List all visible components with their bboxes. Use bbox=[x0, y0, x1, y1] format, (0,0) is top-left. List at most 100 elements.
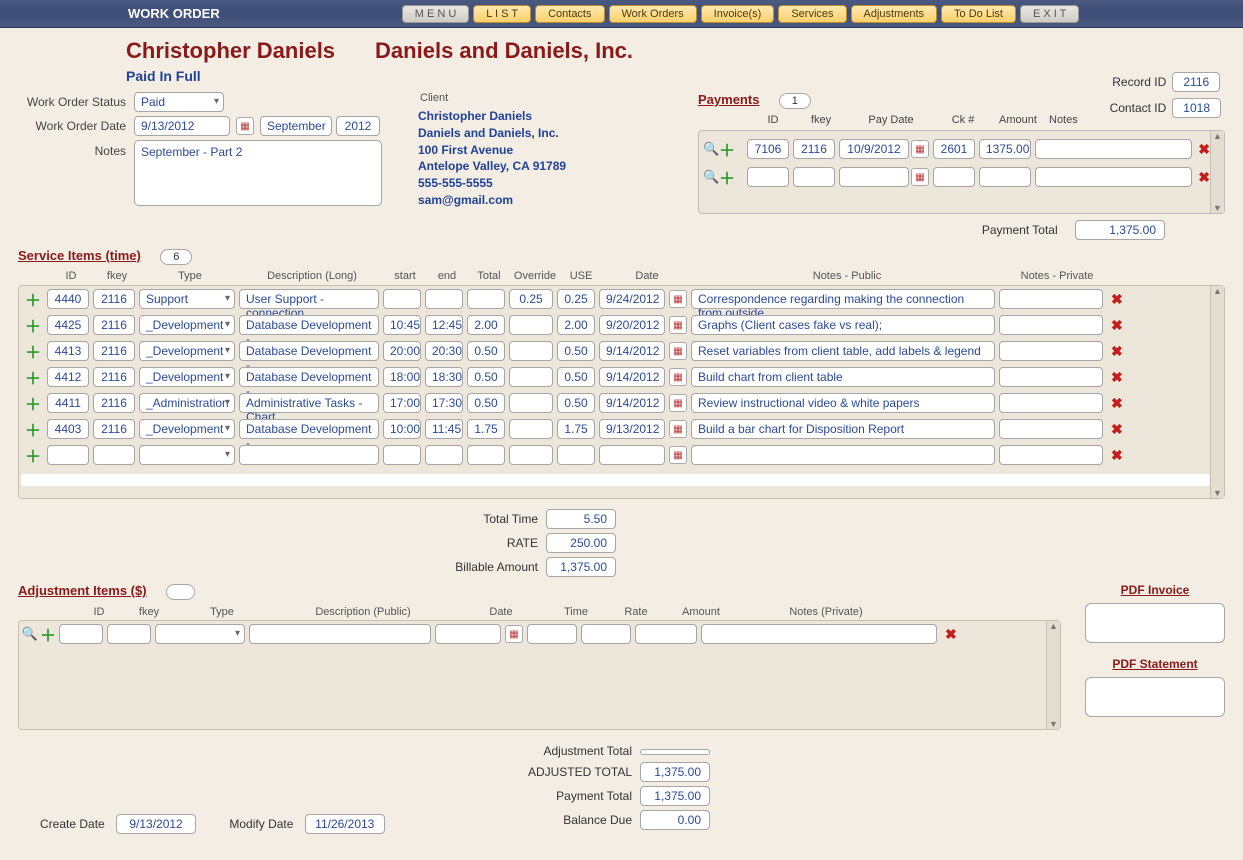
add-payment-icon[interactable]: ＋ bbox=[719, 137, 735, 161]
pay-notes[interactable] bbox=[1035, 139, 1192, 159]
delete-service-icon[interactable]: ✖ bbox=[1111, 343, 1123, 360]
calendar-icon[interactable]: ▦ bbox=[669, 446, 687, 464]
add-service-icon[interactable]: ＋ bbox=[21, 287, 45, 311]
delete-service-icon[interactable]: ✖ bbox=[1111, 291, 1123, 308]
svc-notes-public[interactable]: Reset variables from client table, add l… bbox=[691, 341, 995, 361]
svc-end[interactable]: 17:30 bbox=[425, 393, 463, 413]
pdf-invoice-link[interactable]: PDF Invoice bbox=[1085, 583, 1225, 597]
svc-desc[interactable]: Database Development - bbox=[239, 315, 379, 335]
svc-fkey[interactable]: 2116 bbox=[93, 419, 135, 439]
list-button[interactable]: L I S T bbox=[473, 5, 531, 23]
adj-date[interactable] bbox=[435, 624, 501, 644]
add-service-icon[interactable]: ＋ bbox=[21, 443, 45, 467]
svc-use[interactable]: 0.50 bbox=[557, 367, 595, 387]
svc-type-select[interactable] bbox=[139, 445, 235, 465]
invoices-button[interactable]: Invoice(s) bbox=[701, 5, 775, 23]
calendar-icon[interactable]: ▦ bbox=[911, 140, 929, 158]
svc-date[interactable]: 9/14/2012 bbox=[599, 341, 665, 361]
delete-payment-icon[interactable]: ✖ bbox=[1198, 169, 1210, 186]
wo-date-field[interactable]: 9/13/2012 bbox=[134, 116, 230, 136]
svc-id[interactable]: 4440 bbox=[47, 289, 89, 309]
svc-id[interactable]: 4411 bbox=[47, 393, 89, 413]
pay-amount[interactable] bbox=[979, 167, 1031, 187]
svc-type-select[interactable]: _Development bbox=[139, 341, 235, 361]
delete-payment-icon[interactable]: ✖ bbox=[1198, 141, 1210, 158]
svc-desc[interactable]: User Support - connection bbox=[239, 289, 379, 309]
adj-amount[interactable] bbox=[635, 624, 697, 644]
adj-desc[interactable] bbox=[249, 624, 431, 644]
pay-ck[interactable]: 2601 bbox=[933, 139, 975, 159]
svc-fkey[interactable]: 2116 bbox=[93, 367, 135, 387]
add-service-icon[interactable]: ＋ bbox=[21, 365, 45, 389]
adj-rate[interactable] bbox=[581, 624, 631, 644]
service-items-heading[interactable]: Service Items (time) bbox=[18, 248, 141, 263]
svc-total[interactable] bbox=[467, 289, 505, 309]
add-service-icon[interactable]: ＋ bbox=[21, 417, 45, 441]
svc-use[interactable]: 0.50 bbox=[557, 341, 595, 361]
svc-notes-private[interactable] bbox=[999, 393, 1103, 413]
pay-date[interactable]: 10/9/2012 bbox=[839, 139, 909, 159]
exit-button[interactable]: E X I T bbox=[1020, 5, 1079, 23]
delete-service-icon[interactable]: ✖ bbox=[1111, 421, 1123, 438]
svc-notes-private[interactable] bbox=[999, 289, 1103, 309]
pay-fkey[interactable]: 2116 bbox=[793, 139, 835, 159]
svc-end[interactable] bbox=[425, 445, 463, 465]
svc-use[interactable]: 1.75 bbox=[557, 419, 595, 439]
svc-type-select[interactable]: _Development bbox=[139, 315, 235, 335]
svc-override[interactable]: 0.25 bbox=[509, 289, 553, 309]
svc-date[interactable]: 9/20/2012 bbox=[599, 315, 665, 335]
pay-id[interactable]: 7106 bbox=[747, 139, 789, 159]
add-service-icon[interactable]: ＋ bbox=[21, 313, 45, 337]
svc-type-select[interactable]: _Administration bbox=[139, 393, 235, 413]
add-service-icon[interactable]: ＋ bbox=[21, 339, 45, 363]
svc-notes-public[interactable]: Correspondence regarding making the conn… bbox=[691, 289, 995, 309]
svc-fkey[interactable]: 2116 bbox=[93, 315, 135, 335]
svc-use[interactable] bbox=[557, 445, 595, 465]
service-scrollbar[interactable]: ▲▼ bbox=[1210, 286, 1224, 498]
svc-notes-public[interactable]: Build a bar chart for Disposition Report bbox=[691, 419, 995, 439]
adj-id[interactable] bbox=[59, 624, 103, 644]
delete-service-icon[interactable]: ✖ bbox=[1111, 447, 1123, 464]
svc-end[interactable] bbox=[425, 289, 463, 309]
svc-total[interactable]: 0.50 bbox=[467, 393, 505, 413]
svc-override[interactable] bbox=[509, 393, 553, 413]
magnify-icon[interactable]: 🔍 bbox=[703, 169, 719, 185]
magnify-icon[interactable]: 🔍 bbox=[21, 626, 39, 642]
svc-fkey[interactable]: 2116 bbox=[93, 289, 135, 309]
svc-total[interactable]: 2.00 bbox=[467, 315, 505, 335]
pdf-statement-box[interactable] bbox=[1085, 677, 1225, 717]
svc-start[interactable]: 20:00 bbox=[383, 341, 421, 361]
svc-end[interactable]: 20:30 bbox=[425, 341, 463, 361]
svc-total[interactable]: 0.50 bbox=[467, 341, 505, 361]
add-adjustment-icon[interactable]: ＋ bbox=[39, 622, 57, 646]
svc-date[interactable] bbox=[599, 445, 665, 465]
pay-date[interactable] bbox=[839, 167, 909, 187]
wo-status-select[interactable]: Paid bbox=[134, 92, 224, 112]
delete-service-icon[interactable]: ✖ bbox=[1111, 317, 1123, 334]
svc-use[interactable]: 0.25 bbox=[557, 289, 595, 309]
delete-adjustment-icon[interactable]: ✖ bbox=[945, 626, 957, 643]
svc-override[interactable] bbox=[509, 367, 553, 387]
svc-fkey[interactable]: 2116 bbox=[93, 341, 135, 361]
calendar-icon[interactable]: ▦ bbox=[669, 290, 687, 308]
adjustments-heading[interactable]: Adjustment Items ($) bbox=[18, 583, 147, 598]
svc-notes-public[interactable]: Review instructional video & white paper… bbox=[691, 393, 995, 413]
svc-start[interactable]: 10:00 bbox=[383, 419, 421, 439]
svc-end[interactable]: 11:45 bbox=[425, 419, 463, 439]
adj-type-select[interactable] bbox=[155, 624, 245, 644]
magnify-icon[interactable]: 🔍 bbox=[703, 141, 719, 157]
svc-override[interactable] bbox=[509, 419, 553, 439]
svc-notes-private[interactable] bbox=[999, 445, 1103, 465]
pay-fkey[interactable] bbox=[793, 167, 835, 187]
contacts-button[interactable]: Contacts bbox=[535, 5, 604, 23]
svc-total[interactable]: 1.75 bbox=[467, 419, 505, 439]
delete-service-icon[interactable]: ✖ bbox=[1111, 369, 1123, 386]
adj-time[interactable] bbox=[527, 624, 577, 644]
calendar-icon[interactable]: ▦ bbox=[669, 342, 687, 360]
svc-desc[interactable]: Administrative Tasks - Chart bbox=[239, 393, 379, 413]
pay-id[interactable] bbox=[747, 167, 789, 187]
calendar-icon[interactable]: ▦ bbox=[669, 420, 687, 438]
wo-notes-field[interactable]: September - Part 2 bbox=[134, 140, 382, 206]
pay-notes[interactable] bbox=[1035, 167, 1192, 187]
svc-override[interactable] bbox=[509, 341, 553, 361]
